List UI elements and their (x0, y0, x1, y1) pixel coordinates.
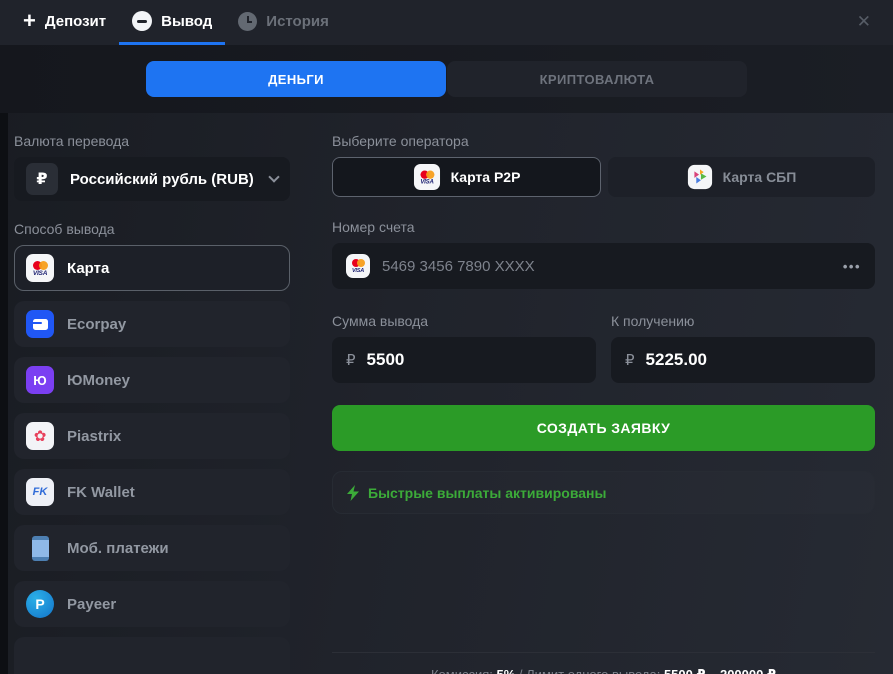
method-item-payeer[interactable]: P Payeer (14, 581, 290, 627)
method-name: Карта (67, 259, 110, 277)
account-number-value: 5469 3456 7890 XXXX (382, 257, 535, 275)
footer: Комиссия: 5% / Лимит одного вывода: 5500… (332, 652, 875, 674)
clock-icon (238, 11, 258, 31)
method-name: Ecorpay (67, 315, 127, 333)
account-label: Номер счета (332, 219, 415, 235)
tab-deposit[interactable]: + Депозит (10, 0, 119, 45)
ruble-sign: ₽ (625, 352, 635, 369)
method-item-card[interactable]: VISA Карта (14, 245, 290, 291)
piastrix-icon: ✿ (26, 422, 54, 450)
card-icon: VISA (26, 254, 54, 282)
method-name: Piastrix (67, 427, 122, 445)
more-options-icon[interactable]: ••• (843, 259, 861, 274)
amounts-row: Сумма вывода ₽ 5500 К получению ₽ 5225.0… (332, 313, 875, 383)
lightning-icon (347, 484, 359, 501)
receive-label: К получению (611, 313, 695, 329)
yoomoney-icon: Ю (26, 366, 54, 394)
operator-buttons: VISA Карта P2P Карта СБП (332, 157, 875, 197)
method-type-tabs: ДЕНЬГИ КРИПТОВАЛЮТА (0, 45, 893, 113)
receive-input[interactable]: ₽ 5225.00 (611, 337, 875, 383)
method-name: Payeer (67, 595, 117, 613)
tab-history[interactable]: История (225, 0, 342, 45)
account-number-field[interactable]: VISA 5469 3456 7890 XXXX ••• (332, 243, 875, 289)
payeer-icon: P (26, 590, 54, 618)
operator-name: Карта P2P (450, 169, 521, 185)
modal-header: + Депозит Вывод История ✕ (0, 0, 893, 45)
ruble-sign: ₽ (346, 352, 356, 369)
fast-payouts-text: Быстрые выплаты активированы (368, 484, 607, 501)
fk-wallet-icon: FK (26, 478, 54, 506)
left-gutter (0, 113, 8, 674)
amount-input[interactable]: ₽ 5500 (332, 337, 596, 383)
method-name: ЮMoney (67, 371, 130, 389)
commission-value: 5% (497, 667, 516, 674)
commission-label: Комиссия: (431, 667, 493, 674)
tab-withdrawal[interactable]: Вывод (119, 0, 226, 45)
method-label: Способ вывода (14, 221, 115, 237)
currency-value: Российский рубль (RUB) (70, 170, 254, 188)
left-column: Валюта перевода ₽ Российский рубль (RUB)… (14, 133, 290, 674)
receive-value: 5225.00 (645, 350, 707, 369)
method-name: FK Wallet (67, 483, 135, 501)
method-item-mobile[interactable]: Моб. платежи (14, 525, 290, 571)
ruble-icon: ₽ (26, 163, 58, 195)
tab-withdrawal-label: Вывод (161, 12, 213, 30)
method-item-ecorpay[interactable]: Ecorpay (14, 301, 290, 347)
minus-circle-icon (132, 11, 153, 31)
method-item-piastrix[interactable]: ✿ Piastrix (14, 413, 290, 459)
operator-card-sbp[interactable]: Карта СБП (608, 157, 875, 197)
operator-name: Карта СБП (722, 169, 797, 185)
right-column: Выберите оператора VISA Карта P2P Карта … (332, 133, 875, 674)
method-item-partial[interactable] (14, 637, 290, 674)
mobile-phone-icon (26, 534, 54, 562)
withdrawal-modal: + Депозит Вывод История ✕ ДЕНЬГИ КРИПТОВ… (0, 0, 893, 674)
method-item-yoomoney[interactable]: Ю ЮMoney (14, 357, 290, 403)
limit-value: 5500 ₽ – 200000 ₽ (664, 667, 776, 674)
amount-value: 5500 (366, 350, 405, 369)
amount-label: Сумма вывода (332, 313, 429, 329)
currency-select[interactable]: ₽ Российский рубль (RUB) (14, 157, 290, 201)
method-name: Моб. платежи (67, 539, 169, 557)
modal-content: Валюта перевода ₽ Российский рубль (RUB)… (0, 113, 893, 674)
card-icon: VISA (346, 254, 370, 278)
tab-deposit-label: Депозит (44, 12, 107, 30)
sbp-icon (687, 164, 712, 190)
method-item-fkwallet[interactable]: FK FK Wallet (14, 469, 290, 515)
currency-label: Валюта перевода (14, 133, 130, 149)
footer-limits: Комиссия: 5% / Лимит одного вывода: 5500… (332, 653, 875, 674)
operator-label: Выберите оператора (332, 133, 469, 149)
plus-icon: + (23, 8, 36, 33)
create-request-button[interactable]: СОЗДАТЬ ЗАЯВКУ (332, 405, 875, 451)
limit-label: / Лимит одного вывода: (515, 667, 664, 674)
ecorpay-icon (26, 310, 54, 338)
tab-money[interactable]: ДЕНЬГИ (146, 61, 446, 97)
chevron-down-icon (268, 171, 280, 183)
tab-history-label: История (266, 12, 329, 30)
tab-crypto[interactable]: КРИПТОВАЛЮТА (447, 61, 747, 97)
fast-payouts-banner: Быстрые выплаты активированы (332, 471, 875, 514)
close-icon[interactable]: ✕ (857, 12, 871, 32)
card-icon: VISA (413, 163, 440, 191)
operator-card-p2p[interactable]: VISA Карта P2P (332, 157, 601, 197)
